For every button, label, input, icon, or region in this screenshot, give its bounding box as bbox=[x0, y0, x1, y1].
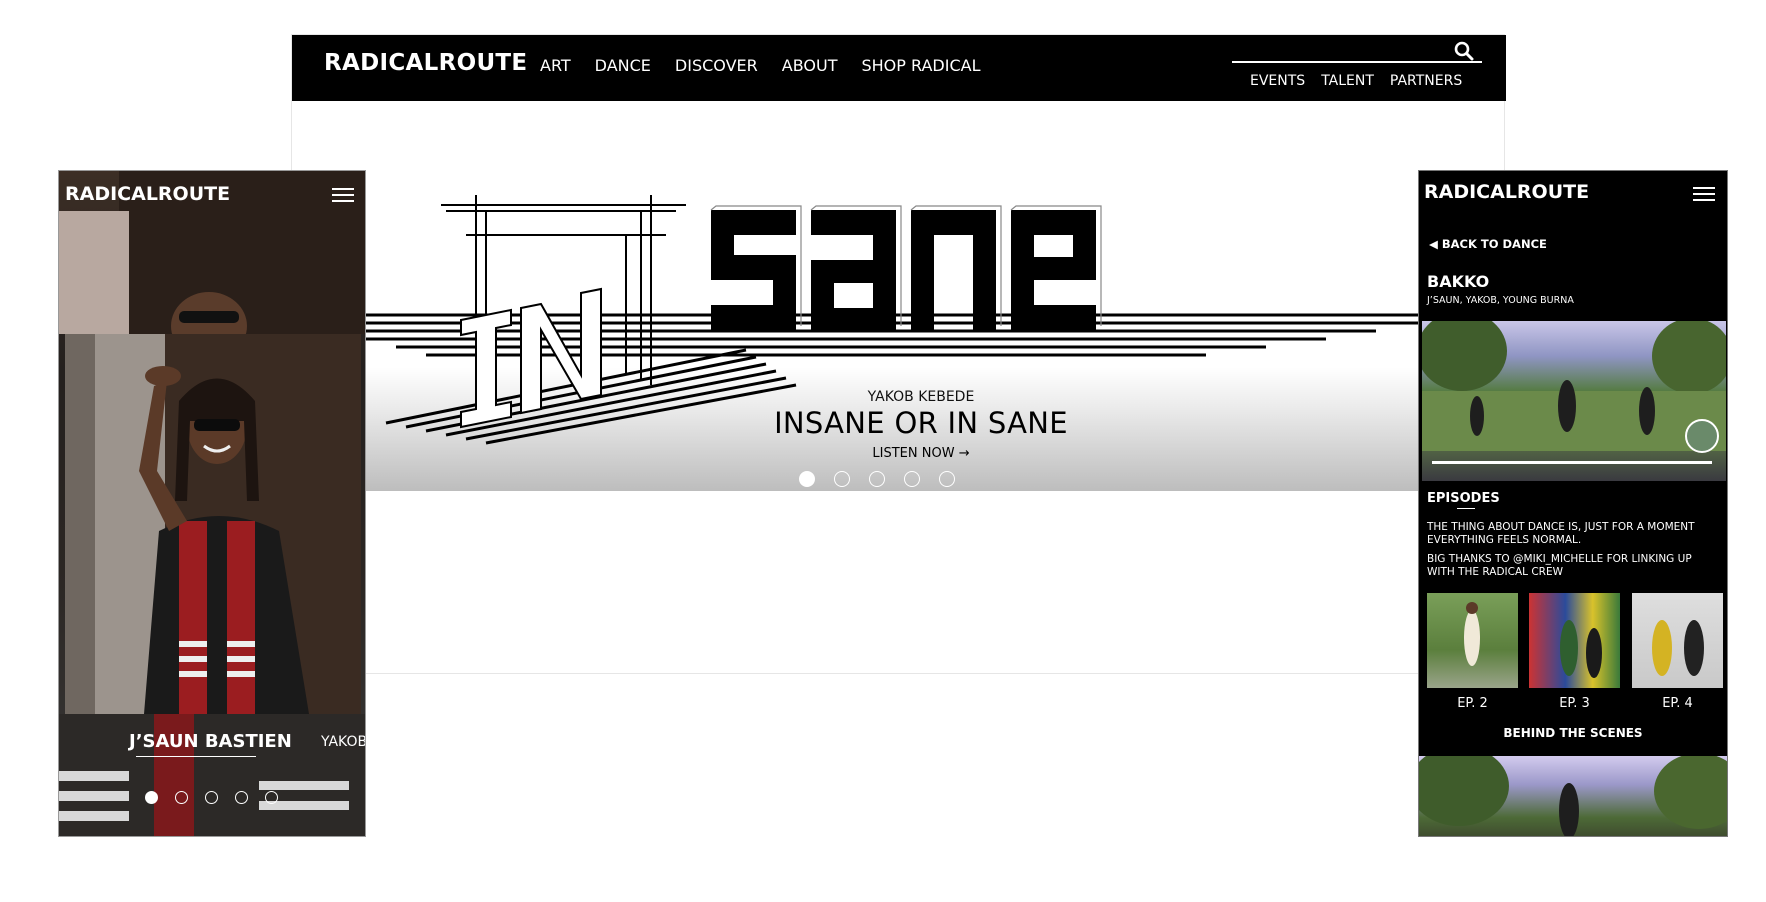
talent-dot-2[interactable] bbox=[175, 791, 188, 804]
hero-dot-4[interactable] bbox=[904, 471, 920, 487]
mobile-dance-mockup: RADICALROUTE ◀ BACK TO DANCE BAKKO J’SAU… bbox=[1418, 170, 1728, 837]
video-title: BAKKO bbox=[1427, 272, 1490, 291]
search-input[interactable] bbox=[1232, 61, 1482, 63]
nav-item-art[interactable]: ART bbox=[540, 56, 571, 75]
mobile-logo[interactable]: RADICALROUTE bbox=[1424, 181, 1589, 203]
hero-title: INSANE OR IN SANE bbox=[774, 406, 1068, 440]
nav-item-shop[interactable]: SHOP RADICAL bbox=[861, 56, 980, 75]
hero-artist: YAKOB KEBEDE bbox=[867, 389, 975, 405]
nav-item-partners[interactable]: PARTNERS bbox=[1390, 73, 1462, 89]
talent-name[interactable]: J’SAUN BASTIEN bbox=[129, 731, 292, 752]
episode-thumb-2[interactable] bbox=[1427, 593, 1518, 688]
nav-item-dance[interactable]: DANCE bbox=[595, 56, 651, 75]
hero-dot-2[interactable] bbox=[834, 471, 850, 487]
nav-item-events[interactable]: EVENTS bbox=[1250, 73, 1305, 89]
episodes-underline bbox=[1457, 508, 1475, 509]
video-frame bbox=[1422, 321, 1726, 464]
mobile-logo[interactable]: RADICALROUTE bbox=[65, 183, 230, 205]
nav-item-about[interactable]: ABOUT bbox=[782, 56, 838, 75]
hero-pagination bbox=[799, 471, 955, 487]
video-credits: J’SAUN, YAKOB, YOUNG BURNA bbox=[1427, 295, 1574, 306]
talent-dot-1[interactable] bbox=[145, 791, 158, 804]
mobile-talent-mockup: RADICALROUTE J’SAUN BASTIEN YAKOB bbox=[58, 170, 366, 837]
desktop-mockup: RADICALROUTE ART DANCE DISCOVER ABOUT SH… bbox=[291, 34, 1506, 674]
episode-label-4[interactable]: EP. 4 bbox=[1632, 696, 1723, 711]
talent-pagination bbox=[145, 791, 278, 804]
desktop-navbar: RADICALROUTE ART DANCE DISCOVER ABOUT SH… bbox=[292, 35, 1506, 101]
listen-now-link[interactable]: LISTEN NOW → bbox=[366, 446, 1476, 461]
episode-label-2[interactable]: EP. 2 bbox=[1427, 696, 1518, 711]
nav-item-discover[interactable]: DISCOVER bbox=[675, 56, 758, 75]
hero-carousel[interactable]: YAKOB KEBEDE INSANE OR IN SANE LISTEN NO… bbox=[366, 165, 1476, 491]
hamburger-menu-icon[interactable] bbox=[1693, 187, 1715, 201]
nav-item-talent[interactable]: TALENT bbox=[1321, 73, 1374, 89]
insane-artwork bbox=[366, 195, 1476, 445]
episode-description: THE THING ABOUT DANCE IS, JUST FOR A MOM… bbox=[1427, 521, 1695, 546]
search-icon[interactable] bbox=[1454, 41, 1474, 61]
back-to-dance-link[interactable]: ◀ BACK TO DANCE bbox=[1429, 237, 1547, 251]
episode-thumb-4[interactable] bbox=[1632, 593, 1723, 688]
site-logo[interactable]: RADICALROUTE bbox=[324, 50, 527, 76]
talent-dot-5[interactable] bbox=[265, 791, 278, 804]
main-menu: ART DANCE DISCOVER ABOUT SHOP RADICAL bbox=[540, 56, 980, 75]
next-talent-name[interactable]: YAKOB bbox=[321, 734, 365, 750]
mockup-stage: RADICALROUTE ART DANCE DISCOVER ABOUT SH… bbox=[0, 0, 1766, 902]
secondary-menu: EVENTS TALENT PARTNERS bbox=[1250, 73, 1462, 89]
episode-thumb-3[interactable] bbox=[1529, 593, 1620, 688]
video-player[interactable] bbox=[1422, 321, 1726, 481]
episode-thanks: BIG THANKS TO @MIKI_MICHELLE FOR LINKING… bbox=[1427, 553, 1692, 578]
hamburger-menu-icon[interactable] bbox=[332, 188, 354, 202]
word-sane bbox=[711, 210, 1096, 330]
talent-dot-3[interactable] bbox=[205, 791, 218, 804]
hero-dot-5[interactable] bbox=[939, 471, 955, 487]
behind-the-scenes-heading: BEHIND THE SCENES bbox=[1503, 726, 1643, 740]
hero-dot-1[interactable] bbox=[799, 471, 815, 487]
talent-dot-4[interactable] bbox=[235, 791, 248, 804]
episodes-heading: EPISODES bbox=[1427, 491, 1500, 506]
talent-name-underline bbox=[136, 756, 256, 757]
episode-label-3[interactable]: EP. 3 bbox=[1529, 696, 1620, 711]
hero-dot-3[interactable] bbox=[869, 471, 885, 487]
behind-the-scenes-video[interactable] bbox=[1419, 746, 1727, 836]
